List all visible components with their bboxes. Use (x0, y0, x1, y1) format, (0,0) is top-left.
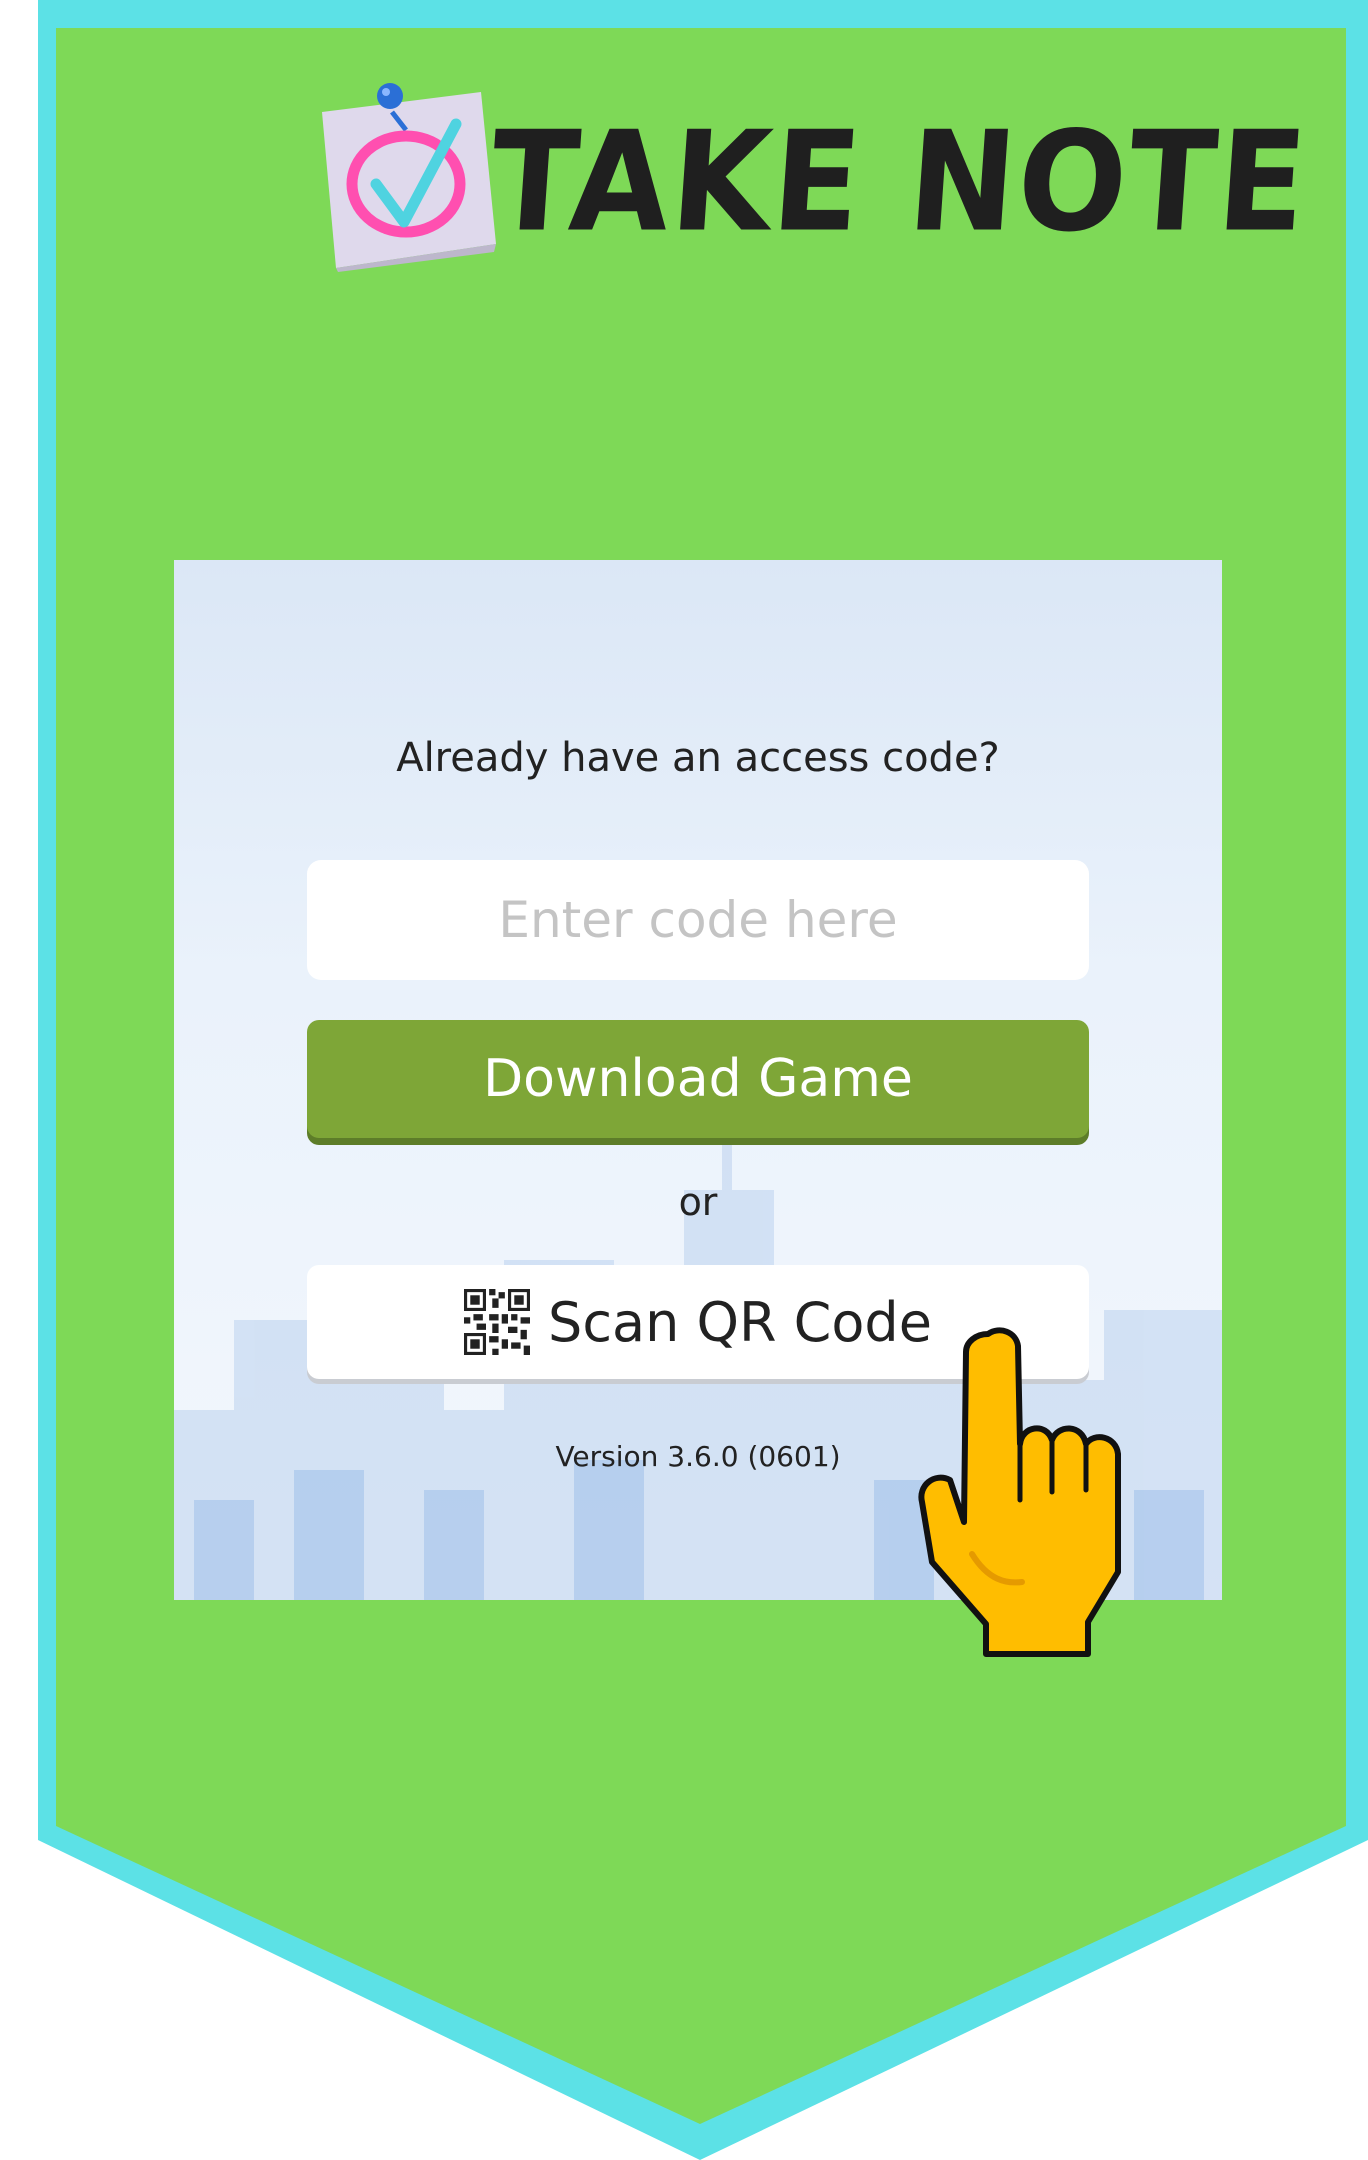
access-code-prompt: Already have an access code? (396, 735, 1000, 781)
header: TAKE NOTE (316, 72, 1313, 282)
access-code-input[interactable] (307, 860, 1089, 980)
qr-code-icon (464, 1289, 531, 1355)
pointing-hand-icon (918, 1327, 1121, 1657)
or-separator: or (678, 1180, 718, 1224)
page-title: TAKE NOTE (485, 102, 1314, 264)
sticky-note-checkmark-icon (322, 83, 496, 272)
download-game-button[interactable]: Download Game (307, 1020, 1089, 1138)
scan-qr-code-label: Scan QR Code (548, 1290, 932, 1354)
download-game-label: Download Game (483, 1049, 913, 1109)
